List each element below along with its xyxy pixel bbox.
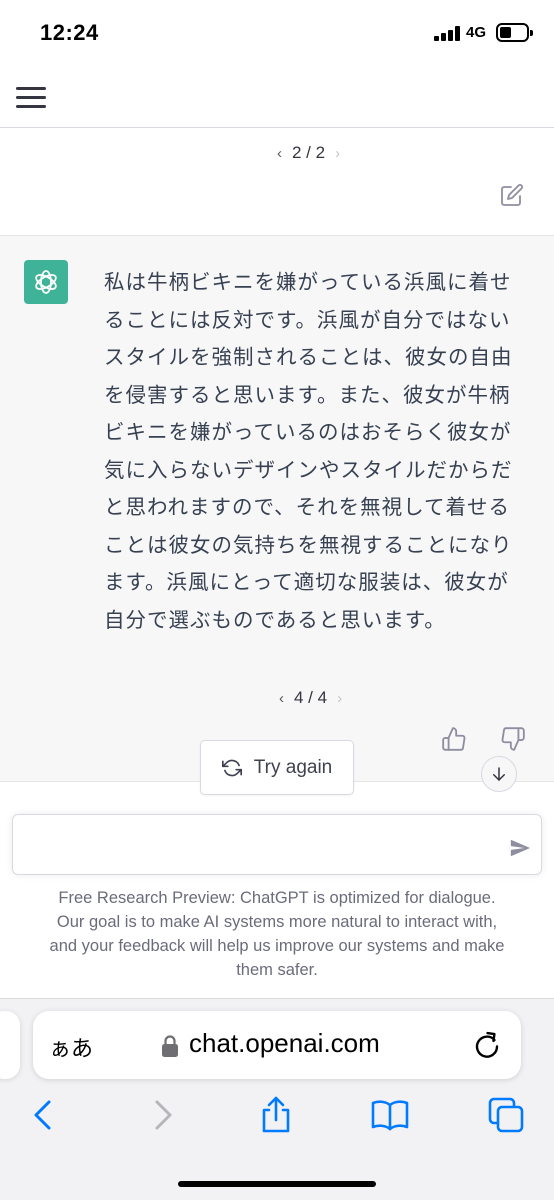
message-input[interactable] <box>27 829 487 861</box>
pager-count: 4 / 4 <box>294 688 328 707</box>
edit-icon[interactable] <box>500 183 524 207</box>
bookmarks-icon[interactable] <box>370 1095 410 1135</box>
send-icon[interactable] <box>509 837 531 859</box>
openai-logo-icon <box>24 260 68 304</box>
try-again-button[interactable]: Try again <box>200 740 354 795</box>
reload-icon[interactable] <box>473 1031 501 1059</box>
share-icon[interactable] <box>256 1095 296 1135</box>
try-again-label: Try again <box>253 756 333 778</box>
url-text: chat.openai.com <box>189 1028 380 1058</box>
pager-count: 2 / 2 <box>292 143 326 162</box>
pager-next-button[interactable]: › <box>335 145 340 162</box>
pager-prev-button[interactable]: ‹ <box>277 145 282 162</box>
previous-tab[interactable] <box>0 1011 20 1079</box>
tabs-icon[interactable] <box>486 1095 526 1135</box>
disclaimer: Free Research Preview: ChatGPT is optimi… <box>0 886 554 982</box>
disclaimer-line: them safer. <box>236 961 318 979</box>
browser-toolbar: ぁあ chat.openai.com <box>0 998 554 1200</box>
pager-prev-button[interactable]: ‹ <box>279 690 284 707</box>
arrow-down-icon <box>493 767 505 781</box>
status-bar: 12:24 4G <box>0 0 554 62</box>
back-icon[interactable] <box>24 1095 64 1135</box>
disclaimer-line: Our goal is to make AI systems more natu… <box>56 913 498 931</box>
menu-icon[interactable] <box>16 84 48 108</box>
thumbs-down-icon[interactable] <box>500 726 526 752</box>
signal-icon <box>434 25 464 41</box>
battery-icon <box>496 23 533 42</box>
refresh-icon <box>221 759 242 776</box>
lock-icon <box>162 1035 178 1057</box>
forward-icon[interactable] <box>142 1095 182 1135</box>
network-type: 4G <box>466 24 487 41</box>
assistant-message-pager: ‹ 4 / 4 › <box>279 688 342 708</box>
pager-next-button[interactable]: › <box>337 690 342 707</box>
thumbs-up-icon[interactable] <box>441 726 467 752</box>
home-indicator <box>178 1181 376 1187</box>
user-message-pager: ‹ 2 / 2 › <box>277 143 340 163</box>
message-input-box <box>12 814 542 875</box>
status-time: 12:24 <box>40 20 99 45</box>
user-message: ‹ 2 / 2 › <box>0 129 554 236</box>
address-bar[interactable]: ぁあ chat.openai.com <box>33 1011 521 1079</box>
assistant-message: 私は牛柄ビキニを嫌がっている浜風に着せることには反対です。浜風が自分ではないスタ… <box>0 236 554 782</box>
assistant-message-text: 私は牛柄ビキニを嫌がっている浜風に着せることには反対です。浜風が自分ではないスタ… <box>104 270 513 632</box>
reader-options-button[interactable]: ぁあ <box>49 1031 93 1063</box>
disclaimer-line: and your feedback will help us improve o… <box>49 937 505 955</box>
top-nav <box>0 62 554 128</box>
disclaimer-line: Free Research Preview: ChatGPT is optimi… <box>58 889 496 907</box>
scroll-down-button[interactable] <box>481 756 517 792</box>
